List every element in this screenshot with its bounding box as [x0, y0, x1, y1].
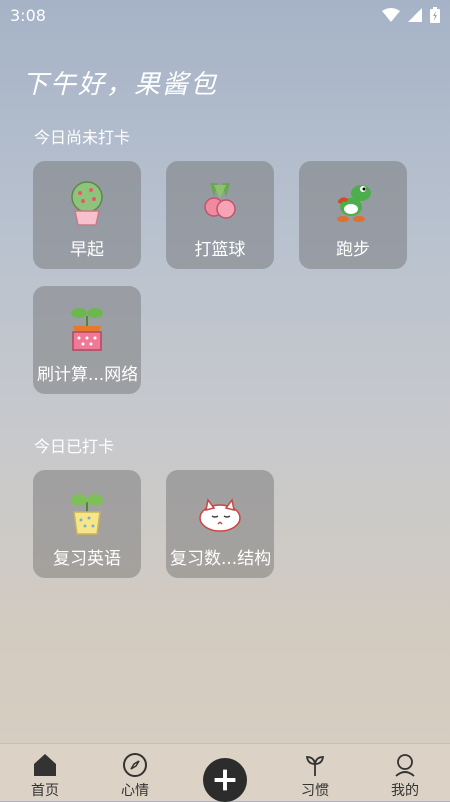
done-section-title: 今日已打卡 [34, 437, 115, 456]
nav-habit[interactable]: 习惯 [270, 744, 360, 800]
habit-label: 跑步 [336, 240, 370, 260]
wifi-icon [382, 8, 400, 22]
habit-label: 早起 [70, 240, 104, 260]
sprout-basket-icon [71, 308, 103, 351]
battery-icon [430, 7, 440, 23]
habit-label: 复习英语 [53, 549, 121, 569]
sleeping-cat-icon [199, 498, 241, 532]
home-icon [34, 754, 56, 776]
habit-tile-review-data-structure[interactable]: 复习数...结构 [166, 470, 274, 578]
user-icon [395, 754, 415, 777]
nav-home-label: 首页 [31, 783, 59, 799]
plant-pot-icon [71, 494, 103, 535]
habit-label: 刷计算...网络 [37, 365, 137, 385]
habit-label: 复习数...结构 [170, 549, 270, 569]
bottom-nav: 首页 心情 习惯 我的 [0, 743, 450, 802]
plus-icon [214, 769, 236, 791]
habit-tile-basketball[interactable]: 打篮球 [166, 161, 274, 269]
status-bar: 3:08 [0, 0, 450, 30]
habit-tile-early-rise[interactable]: 早起 [33, 161, 141, 269]
habit-label: 打篮球 [194, 240, 246, 260]
greeting-title: 下午好，果酱包 [22, 70, 219, 100]
pending-section-title: 今日尚未打卡 [34, 128, 131, 147]
sprout-icon [305, 756, 325, 776]
nav-add[interactable] [180, 744, 270, 802]
compass-icon [123, 753, 147, 777]
signal-icon [408, 8, 422, 22]
status-time: 3:08 [10, 5, 46, 25]
status-icons [382, 7, 440, 23]
yoshi-icon [337, 185, 371, 222]
nav-mood[interactable]: 心情 [90, 744, 180, 800]
radish-icon [204, 183, 236, 219]
nav-mine[interactable]: 我的 [360, 744, 450, 800]
habit-tile-study-network[interactable]: 刷计算...网络 [33, 286, 141, 394]
nav-mine-label: 我的 [391, 783, 419, 799]
habit-tile-review-english[interactable]: 复习英语 [33, 470, 141, 578]
nav-home[interactable]: 首页 [0, 744, 90, 800]
add-button[interactable] [203, 758, 247, 802]
habit-tile-running[interactable]: 跑步 [299, 161, 407, 269]
nav-habit-label: 习惯 [301, 783, 329, 799]
nav-mood-label: 心情 [121, 783, 149, 799]
tree-pot-icon [71, 181, 103, 226]
